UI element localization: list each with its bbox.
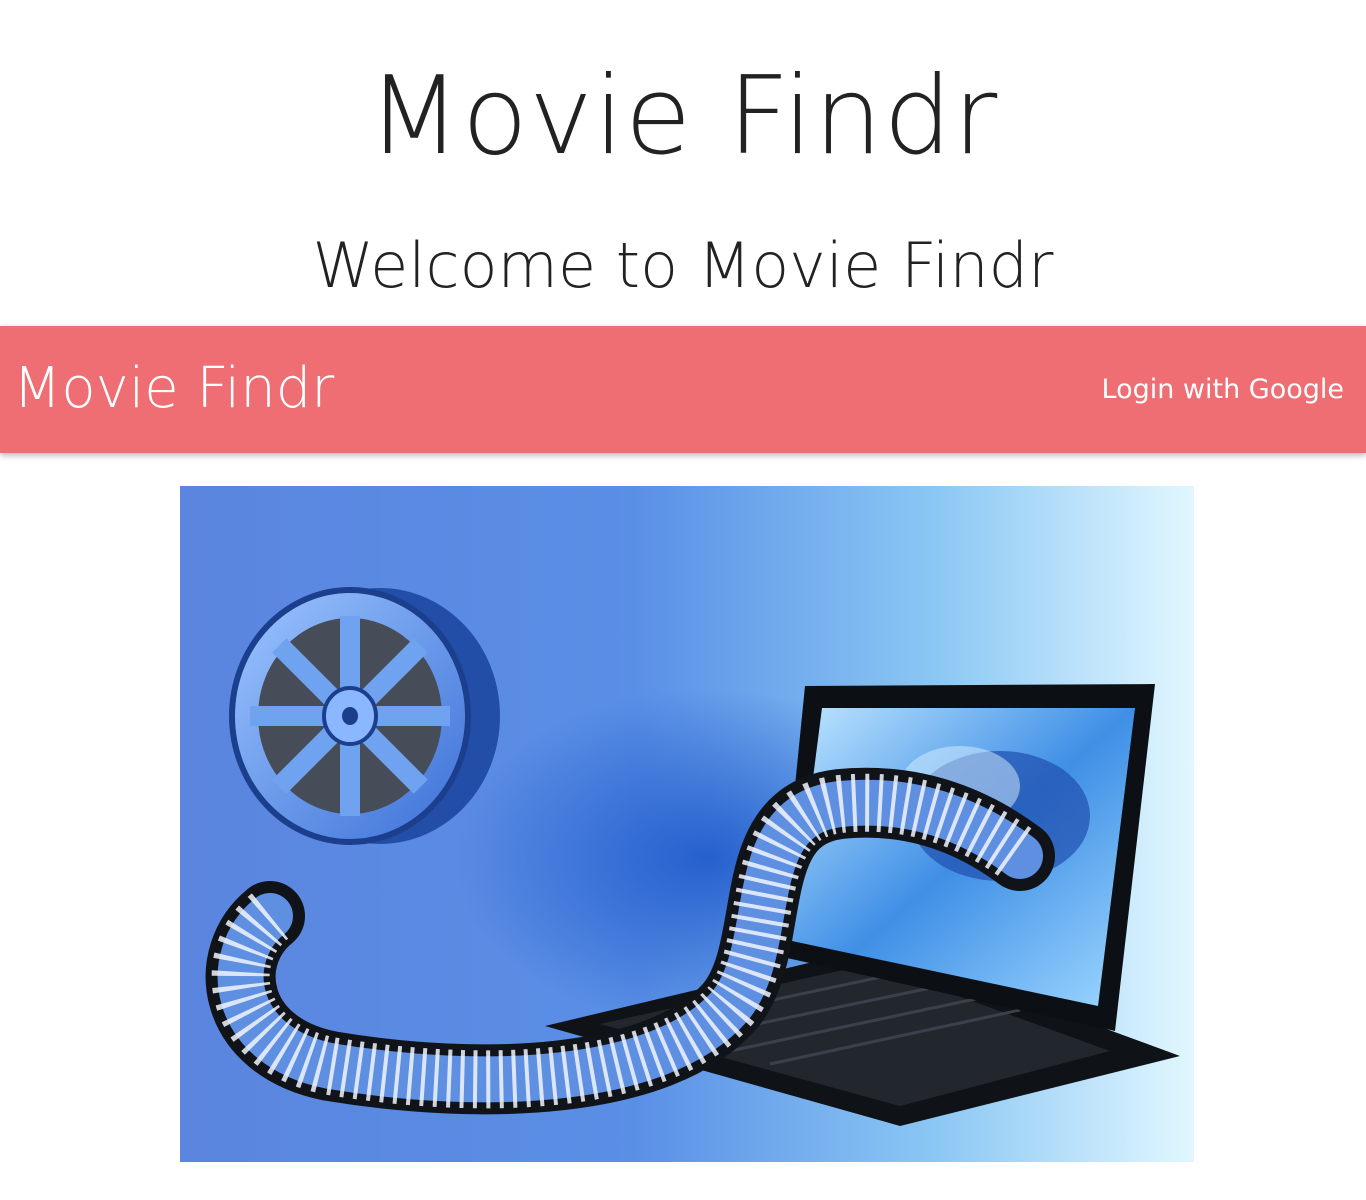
hero-image	[180, 486, 1194, 1162]
page-title: Movie Findr	[367, 54, 999, 179]
login-with-google-link[interactable]: Login with Google	[1102, 372, 1345, 408]
brand-logo-link[interactable]: Movie Findr	[13, 354, 334, 424]
welcome-heading: Welcome to Movie Findr	[312, 229, 1054, 302]
navbar: Movie Findr Login with Google	[0, 326, 1366, 453]
page: Movie Findr Welcome to Movie Findr Movie…	[0, 0, 1366, 1200]
film-reel-laptop-illustration	[180, 486, 1194, 1162]
